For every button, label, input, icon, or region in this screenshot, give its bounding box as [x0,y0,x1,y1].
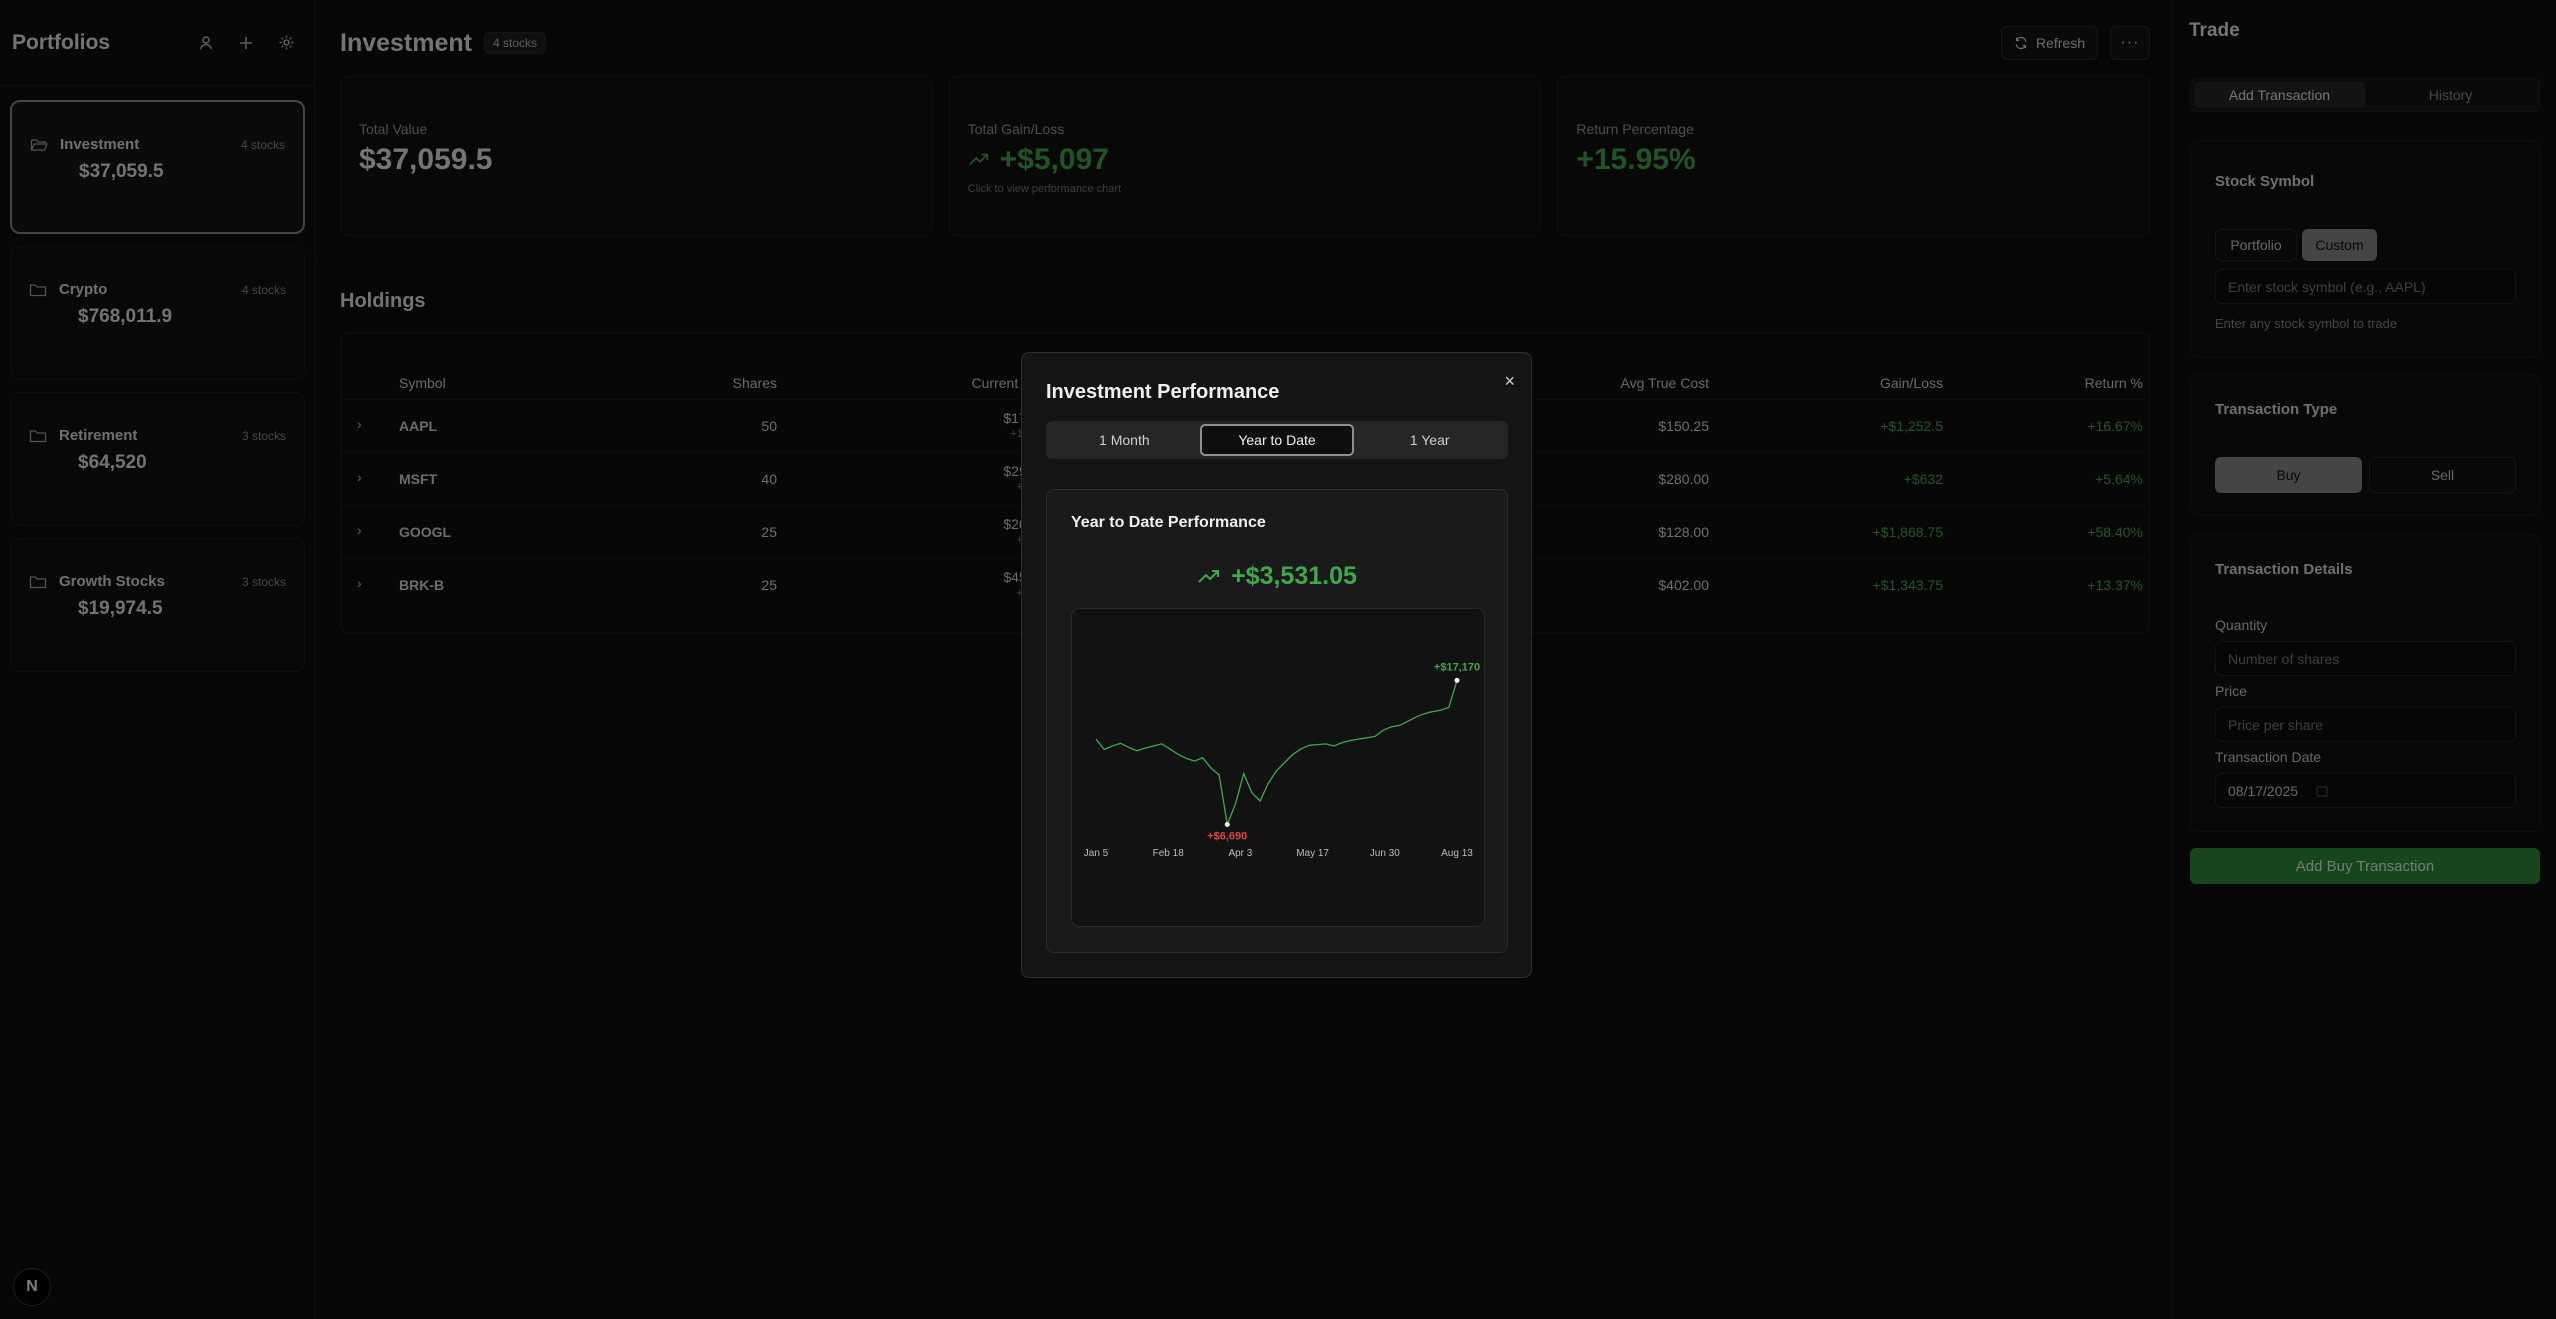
close-icon[interactable]: × [1504,371,1515,392]
tab-1-month[interactable]: 1 Month [1049,424,1200,456]
tab-1-year[interactable]: 1 Year [1354,424,1505,456]
performance-value: +$3,531.05 [1047,562,1507,591]
x-tick-label: Jun 30 [1370,848,1400,859]
x-tick-label: Aug 13 [1441,848,1473,859]
min-label: +$6,690 [1207,831,1247,843]
min-point [1224,822,1230,828]
performance-modal: Investment Performance × 1 Month Year to… [1021,352,1532,978]
x-tick-label: Feb 18 [1153,848,1185,859]
max-label: +$17,170 [1434,661,1480,673]
max-point [1454,677,1460,683]
performance-value-text: +$3,531.05 [1231,562,1357,590]
performance-chart: +$17,170 +$6,690 Jan 5 Feb 18 Apr 3 May 17 Jun… [1071,608,1485,927]
series-line [1095,680,1458,827]
x-tick-label: Jan 5 [1084,848,1109,859]
tab-year-to-date[interactable]: Year to Date [1199,424,1355,456]
performance-card-title: Year to Date Performance [1071,514,1266,531]
x-tick-label: Apr 3 [1228,848,1252,859]
modal-title: Investment Performance [1046,381,1280,403]
x-tick-label: May 17 [1296,848,1329,859]
performance-card: Year to Date Performance +$3,531.05 +$17… [1046,489,1508,953]
performance-line-chart: +$17,170 +$6,690 Jan 5 Feb 18 Apr 3 May 17 Jun… [1084,661,1480,859]
range-tabs: 1 Month Year to Date 1 Year [1046,421,1508,459]
trending-up-icon [1198,569,1220,583]
